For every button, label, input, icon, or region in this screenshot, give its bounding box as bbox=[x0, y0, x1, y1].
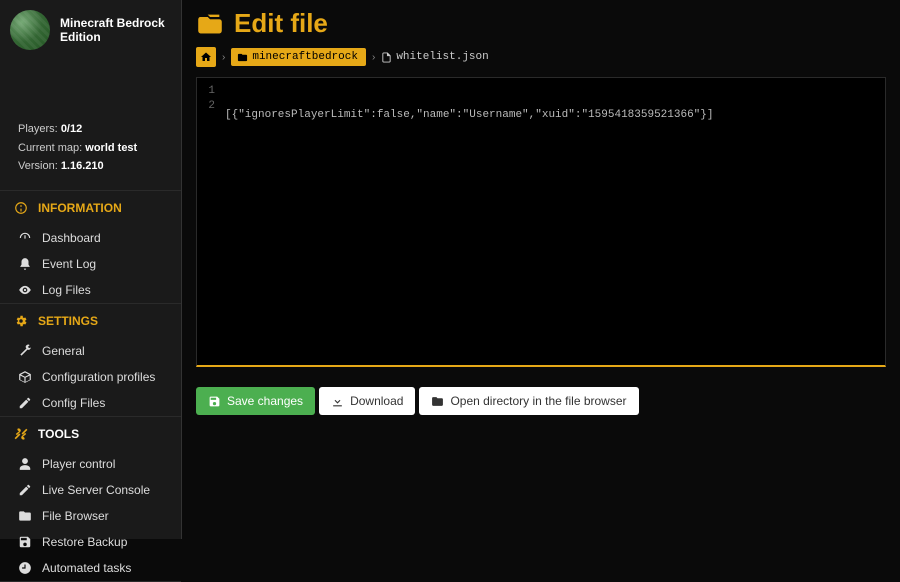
edit-icon bbox=[18, 483, 32, 497]
user-icon bbox=[18, 457, 32, 471]
folder-icon bbox=[431, 395, 444, 408]
folder-open-icon bbox=[196, 10, 224, 38]
nav-item-live-console[interactable]: Live Server Console bbox=[0, 477, 181, 503]
nav-heading-information: INFORMATION bbox=[0, 191, 181, 225]
nav-heading-text: SETTINGS bbox=[38, 314, 98, 328]
breadcrumb-file: whitelist.json bbox=[381, 51, 488, 63]
map-value: world test bbox=[85, 142, 137, 154]
nav-section-information: INFORMATION Dashboard Event Log Log File… bbox=[0, 191, 181, 304]
main-content: Edit file › minecraftbedrock › whitelist… bbox=[182, 0, 900, 539]
players-value: 0/12 bbox=[61, 123, 82, 135]
breadcrumb: › minecraftbedrock › whitelist.json bbox=[196, 47, 886, 67]
breadcrumb-file-label: whitelist.json bbox=[396, 51, 488, 63]
nav-heading-tools: TOOLS bbox=[0, 417, 181, 451]
breadcrumb-home[interactable] bbox=[196, 47, 216, 67]
nav-item-file-browser[interactable]: File Browser bbox=[0, 503, 181, 529]
editor-gutter: 1 2 bbox=[197, 78, 221, 365]
map-label: Current map: bbox=[18, 142, 82, 154]
nav-item-automated-tasks[interactable]: Automated tasks bbox=[0, 555, 181, 581]
nav-section-settings: SETTINGS General Configuration profiles … bbox=[0, 304, 181, 417]
line-number: 1 bbox=[197, 84, 215, 99]
nav-section-tools: TOOLS Player control Live Server Console… bbox=[0, 417, 181, 582]
open-directory-button[interactable]: Open directory in the file browser bbox=[419, 387, 638, 415]
nav-item-general[interactable]: General bbox=[0, 338, 181, 364]
server-name: Minecraft Bedrock Edition bbox=[60, 16, 171, 44]
action-bar: Save changes Download Open directory in … bbox=[196, 387, 886, 415]
nav-item-label: Automated tasks bbox=[42, 561, 131, 575]
nav-item-event-log[interactable]: Event Log bbox=[0, 251, 181, 277]
button-label: Download bbox=[350, 394, 403, 408]
sidebar: Minecraft Bedrock Edition Players: 0/12 … bbox=[0, 0, 182, 539]
nav-item-player-control[interactable]: Player control bbox=[0, 451, 181, 477]
nav-item-label: Log Files bbox=[42, 283, 91, 297]
folder-icon bbox=[237, 52, 248, 63]
nav-heading-settings: SETTINGS bbox=[0, 304, 181, 338]
folder-icon bbox=[18, 509, 32, 523]
line-number: 2 bbox=[197, 99, 215, 114]
chevron-right-icon: › bbox=[372, 52, 375, 63]
clock-icon bbox=[18, 561, 32, 575]
nav-item-config-files[interactable]: Config Files bbox=[0, 390, 181, 416]
wrench-icon bbox=[18, 344, 32, 358]
download-button[interactable]: Download bbox=[319, 387, 415, 415]
breadcrumb-folder-label: minecraftbedrock bbox=[252, 51, 358, 63]
chevron-right-icon: › bbox=[222, 52, 225, 63]
nav-item-label: Event Log bbox=[42, 257, 96, 271]
code-editor[interactable]: 1 2 [{"ignoresPlayerLimit":false,"name":… bbox=[196, 77, 886, 367]
eye-icon bbox=[18, 283, 32, 297]
page-title: Edit file bbox=[196, 8, 886, 39]
save-icon bbox=[18, 535, 32, 549]
server-logo bbox=[10, 10, 50, 50]
nav-item-label: Dashboard bbox=[42, 231, 101, 245]
breadcrumb-folder[interactable]: minecraftbedrock bbox=[231, 48, 366, 66]
nav-item-label: Config Files bbox=[42, 396, 105, 410]
code-line: [{"ignoresPlayerLimit":false,"name":"Use… bbox=[225, 108, 877, 123]
tools-icon bbox=[14, 427, 28, 441]
version-value: 1.16.210 bbox=[61, 160, 104, 172]
file-icon bbox=[381, 52, 392, 63]
server-stats: Players: 0/12 Current map: world test Ve… bbox=[0, 120, 181, 191]
save-icon bbox=[208, 395, 221, 408]
nav-item-label: Restore Backup bbox=[42, 535, 127, 549]
box-icon bbox=[18, 370, 32, 384]
download-icon bbox=[331, 395, 344, 408]
nav-item-label: General bbox=[42, 344, 85, 358]
bell-icon bbox=[18, 257, 32, 271]
nav-heading-text: TOOLS bbox=[38, 427, 79, 441]
edit-icon bbox=[18, 396, 32, 410]
nav-heading-text: INFORMATION bbox=[38, 201, 122, 215]
button-label: Save changes bbox=[227, 394, 303, 408]
gauge-icon bbox=[18, 231, 32, 245]
server-header: Minecraft Bedrock Edition bbox=[0, 0, 181, 60]
page-title-text: Edit file bbox=[234, 8, 328, 39]
nav-item-label: Live Server Console bbox=[42, 483, 150, 497]
nav-item-restore-backup[interactable]: Restore Backup bbox=[0, 529, 181, 555]
button-label: Open directory in the file browser bbox=[450, 394, 626, 408]
info-icon bbox=[14, 201, 28, 215]
nav-item-dashboard[interactable]: Dashboard bbox=[0, 225, 181, 251]
nav-item-label: Configuration profiles bbox=[42, 370, 155, 384]
gears-icon bbox=[14, 314, 28, 328]
players-label: Players: bbox=[18, 123, 58, 135]
nav-item-config-profiles[interactable]: Configuration profiles bbox=[0, 364, 181, 390]
nav-item-label: Player control bbox=[42, 457, 115, 471]
nav-item-log-files[interactable]: Log Files bbox=[0, 277, 181, 303]
save-button[interactable]: Save changes bbox=[196, 387, 315, 415]
nav-item-label: File Browser bbox=[42, 509, 109, 523]
version-label: Version: bbox=[18, 160, 58, 172]
editor-code[interactable]: [{"ignoresPlayerLimit":false,"name":"Use… bbox=[221, 78, 885, 365]
